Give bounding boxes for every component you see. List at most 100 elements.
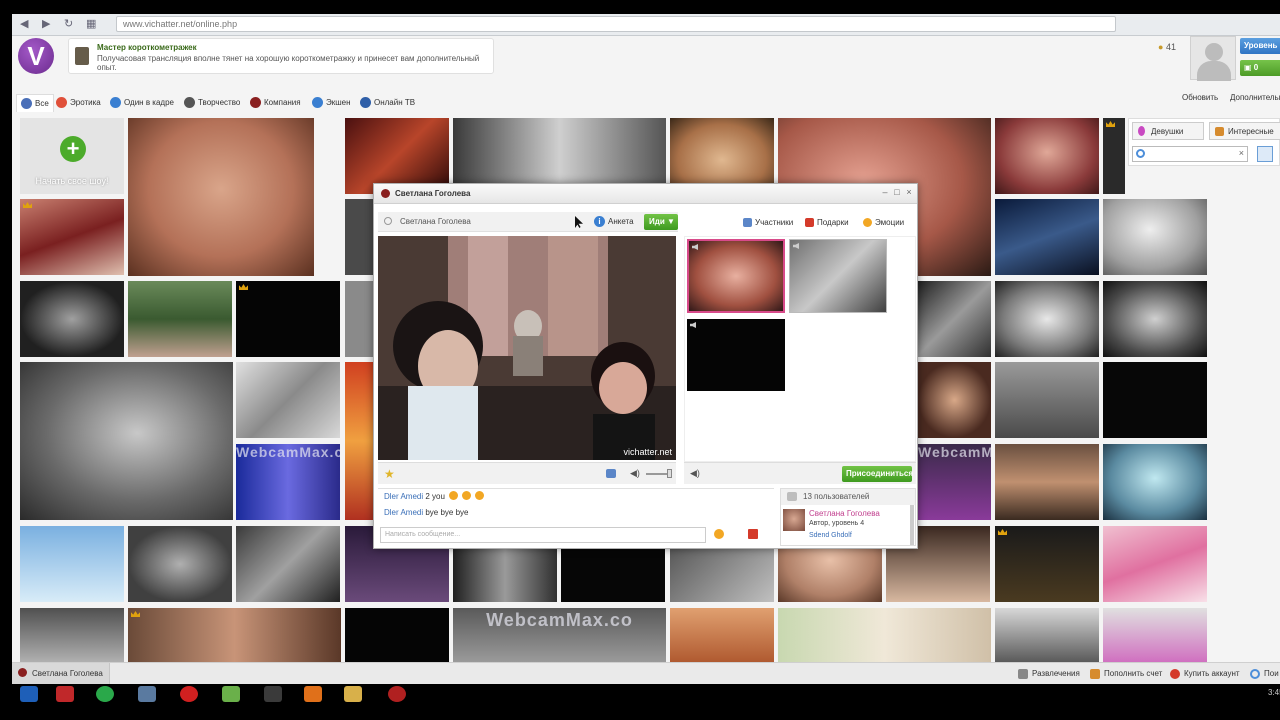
broadcast-tile[interactable]: [128, 281, 232, 357]
participant-video[interactable]: [687, 239, 785, 313]
broadcast-tile[interactable]: [995, 608, 1099, 662]
tab-gifts[interactable]: Подарки: [802, 214, 849, 232]
app-icon[interactable]: [264, 686, 282, 702]
start-show-tile[interactable]: + Начать свое шоу!: [20, 118, 124, 194]
app-icon[interactable]: [222, 686, 240, 702]
folder-icon[interactable]: [344, 686, 362, 702]
broadcast-tile[interactable]: [1103, 608, 1207, 662]
active-broadcast-item[interactable]: Светлана Гоголева: [12, 663, 110, 684]
broadcast-tile[interactable]: [918, 281, 991, 357]
broadcast-tile[interactable]: [1103, 444, 1207, 520]
star-icon[interactable]: ★: [384, 467, 395, 481]
broadcast-tile[interactable]: [345, 608, 449, 662]
clear-icon[interactable]: ×: [1239, 148, 1244, 158]
grid-view-icon[interactable]: [1257, 146, 1273, 162]
user-name[interactable]: Sdend Ghdolf: [809, 532, 852, 539]
broadcast-tile[interactable]: [128, 118, 314, 276]
buy-account-link[interactable]: Купить аккаунт: [1170, 669, 1240, 679]
address-bar[interactable]: www.vichatter.net/online.php: [116, 16, 1116, 32]
broadcast-tile[interactable]: [236, 526, 340, 602]
broadcast-tile[interactable]: [20, 526, 124, 602]
chat-user[interactable]: Dler Amedi: [384, 508, 423, 517]
level-button[interactable]: Уровень: [1240, 38, 1280, 54]
speaker-icon[interactable]: ◀): [630, 468, 640, 479]
broadcast-tile[interactable]: [1103, 118, 1125, 194]
scrollbar[interactable]: [910, 505, 914, 545]
search-link[interactable]: Пои: [1250, 669, 1279, 679]
broadcast-tile[interactable]: [20, 199, 124, 275]
volume-knob[interactable]: [667, 469, 672, 478]
back-icon[interactable]: ◀: [20, 17, 28, 30]
broadcast-tile[interactable]: [1103, 362, 1207, 438]
broadcast-tile[interactable]: [345, 199, 375, 275]
tab-participants[interactable]: Участники: [740, 214, 793, 232]
broadcaster-name[interactable]: Светлана Гоголева: [400, 217, 471, 226]
broadcast-tile[interactable]: WebcamMax.co: [453, 608, 666, 662]
tab-alone[interactable]: Один в кадре: [106, 94, 178, 112]
explorer-icon[interactable]: [138, 686, 156, 702]
broadcast-tile[interactable]: [128, 608, 341, 662]
maximize-icon[interactable]: □: [892, 187, 902, 199]
broadcast-tile[interactable]: [995, 199, 1099, 275]
avatar[interactable]: [1190, 36, 1236, 81]
start-icon[interactable]: [20, 686, 38, 702]
refresh-link[interactable]: Обновить: [1182, 93, 1218, 102]
broadcast-tile[interactable]: [20, 281, 124, 357]
broadcast-tile[interactable]: [995, 444, 1099, 520]
minimize-icon[interactable]: –: [880, 187, 890, 199]
more-link[interactable]: Дополнительно: [1230, 93, 1280, 102]
broadcast-tile[interactable]: [20, 362, 233, 520]
coins-button[interactable]: ▣ 0: [1240, 60, 1280, 76]
entertainment-link[interactable]: Развлечения: [1018, 669, 1080, 679]
broadcast-tile[interactable]: [345, 281, 375, 357]
forward-icon[interactable]: ▶: [42, 17, 50, 30]
join-button[interactable]: Присоединиться: [842, 466, 913, 482]
avatar[interactable]: [783, 509, 805, 531]
site-logo[interactable]: V: [18, 38, 54, 74]
broadcast-tile[interactable]: WebcamMax.co: [918, 444, 991, 520]
app-icon[interactable]: [304, 686, 322, 702]
kaspersky-icon[interactable]: [56, 686, 74, 702]
broadcast-tile[interactable]: [995, 362, 1099, 438]
broadcast-tile[interactable]: [670, 608, 774, 662]
grid-icon[interactable]: ▦: [86, 17, 96, 30]
broadcast-tile[interactable]: WebcamMax.co: [236, 444, 340, 520]
broadcast-tile[interactable]: [995, 118, 1099, 194]
broadcast-tile[interactable]: [778, 608, 991, 662]
tab-all[interactable]: Все: [16, 94, 54, 112]
opera-icon[interactable]: [180, 686, 198, 702]
camera-icon[interactable]: [606, 469, 616, 478]
broadcast-tile[interactable]: [236, 362, 340, 438]
tab-online-tv[interactable]: Онлайн ТВ: [356, 94, 419, 112]
broadcast-tile[interactable]: [20, 608, 124, 662]
participant-video[interactable]: [789, 239, 887, 313]
vichatter-icon[interactable]: [388, 686, 406, 702]
speaker-icon[interactable]: ◀): [690, 468, 700, 479]
emoji-picker-icon[interactable]: [714, 529, 724, 539]
broadcast-tile[interactable]: [345, 362, 375, 520]
gift-picker-icon[interactable]: [748, 529, 758, 539]
broadcast-tile[interactable]: [1103, 199, 1207, 275]
close-icon[interactable]: ×: [904, 187, 914, 199]
broadcast-tile[interactable]: [1103, 281, 1207, 357]
go-button[interactable]: Иди ▼: [644, 214, 678, 230]
broadcast-tile[interactable]: [236, 281, 340, 357]
tab-erotica[interactable]: Эротика: [52, 94, 105, 112]
chat-input[interactable]: Написать сообщение...: [380, 527, 706, 543]
broadcast-tile[interactable]: [1103, 526, 1207, 602]
interesting-filter[interactable]: Интересные: [1209, 122, 1280, 140]
users-count[interactable]: ● 41: [1158, 42, 1176, 52]
gender-filter[interactable]: Девушки: [1132, 122, 1204, 140]
search-input[interactable]: ×: [1132, 146, 1248, 162]
tab-emotions[interactable]: Эмоции: [860, 214, 904, 232]
chrome-icon[interactable]: [96, 686, 114, 702]
participant-video[interactable]: [687, 319, 785, 391]
chat-user[interactable]: Dler Amedi: [384, 492, 423, 501]
tab-creativity[interactable]: Творчество: [180, 94, 244, 112]
top-up-link[interactable]: Пополнить счет: [1090, 669, 1162, 679]
broadcast-tile[interactable]: [995, 281, 1099, 357]
profile-button[interactable]: Анкета: [592, 214, 640, 230]
tab-action[interactable]: Экшен: [308, 94, 355, 112]
broadcast-tile[interactable]: [128, 526, 232, 602]
broadcast-tile[interactable]: [995, 526, 1099, 602]
